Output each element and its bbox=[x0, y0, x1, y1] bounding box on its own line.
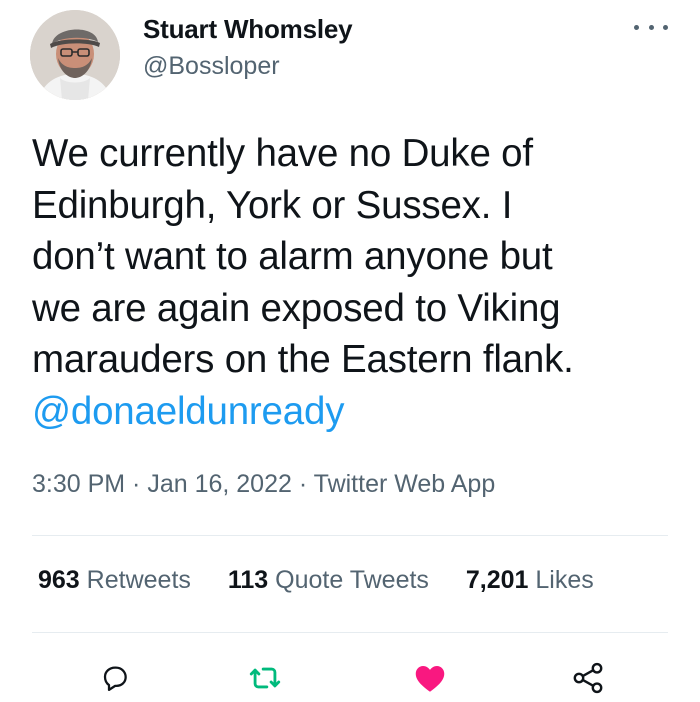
retweets-label: Retweets bbox=[86, 566, 191, 594]
retweet-icon bbox=[249, 667, 281, 689]
tweet-text-line: We currently have no Duke of bbox=[32, 132, 533, 175]
likes-label: Likes bbox=[535, 566, 594, 594]
more-icon[interactable] bbox=[634, 14, 668, 40]
tweet-text: We currently have no Duke of Edinburgh, … bbox=[32, 128, 682, 437]
reply-button[interactable] bbox=[95, 658, 135, 698]
tweet-source[interactable]: Twitter Web App bbox=[314, 470, 496, 498]
divider bbox=[32, 535, 668, 536]
more-dot bbox=[634, 24, 639, 30]
quote-tweets-label: Quote Tweets bbox=[275, 566, 429, 594]
reply-icon bbox=[103, 666, 127, 691]
tweet-text-line: don’t want to alarm anyone but bbox=[32, 235, 553, 278]
tweet-text-line: marauders on the Eastern flank. bbox=[32, 338, 574, 381]
heart-icon bbox=[415, 666, 445, 692]
author-display-name[interactable]: Stuart Whomsley bbox=[143, 14, 353, 45]
like-button[interactable] bbox=[410, 658, 450, 698]
tweet-time[interactable]: 3:30 PM bbox=[32, 470, 125, 498]
tweet-meta: 3:30 PM · Jan 16, 2022 · Twitter Web App bbox=[32, 470, 495, 499]
retweets-count: 963 bbox=[38, 566, 80, 594]
meta-separator: · bbox=[291, 470, 314, 498]
tweet-text-line: Edinburgh, York or Sussex. I bbox=[32, 183, 513, 227]
more-dot bbox=[648, 24, 654, 30]
divider bbox=[32, 632, 668, 633]
avatar-photo bbox=[30, 10, 120, 100]
meta-separator: · bbox=[125, 470, 148, 498]
retweet-button[interactable] bbox=[245, 658, 285, 698]
share-button[interactable] bbox=[568, 658, 608, 698]
tweet-card: Stuart Whomsley @Bossloper We currently … bbox=[0, 0, 700, 702]
mention-link[interactable]: @donaeldunready bbox=[32, 386, 682, 438]
tweet-actions bbox=[0, 650, 700, 702]
quote-tweets-count: 113 bbox=[227, 566, 269, 594]
likes-count: 7,201 bbox=[465, 566, 529, 594]
quote-tweets-stat[interactable]: 113 Quote Tweets bbox=[228, 566, 429, 595]
retweets-stat[interactable]: 963 Retweets bbox=[38, 566, 191, 595]
tweet-date[interactable]: Jan 16, 2022 bbox=[147, 470, 292, 498]
author-handle[interactable]: @Bossloper bbox=[143, 52, 280, 81]
tweet-text-line: we are again exposed to Viking bbox=[32, 286, 561, 330]
avatar[interactable] bbox=[30, 10, 120, 100]
more-dot bbox=[663, 24, 668, 30]
likes-stat[interactable]: 7,201 Likes bbox=[466, 566, 594, 595]
tweet-stats: 963 Retweets 113 Quote Tweets 7,201 Like… bbox=[38, 566, 624, 595]
share-icon bbox=[573, 662, 603, 694]
